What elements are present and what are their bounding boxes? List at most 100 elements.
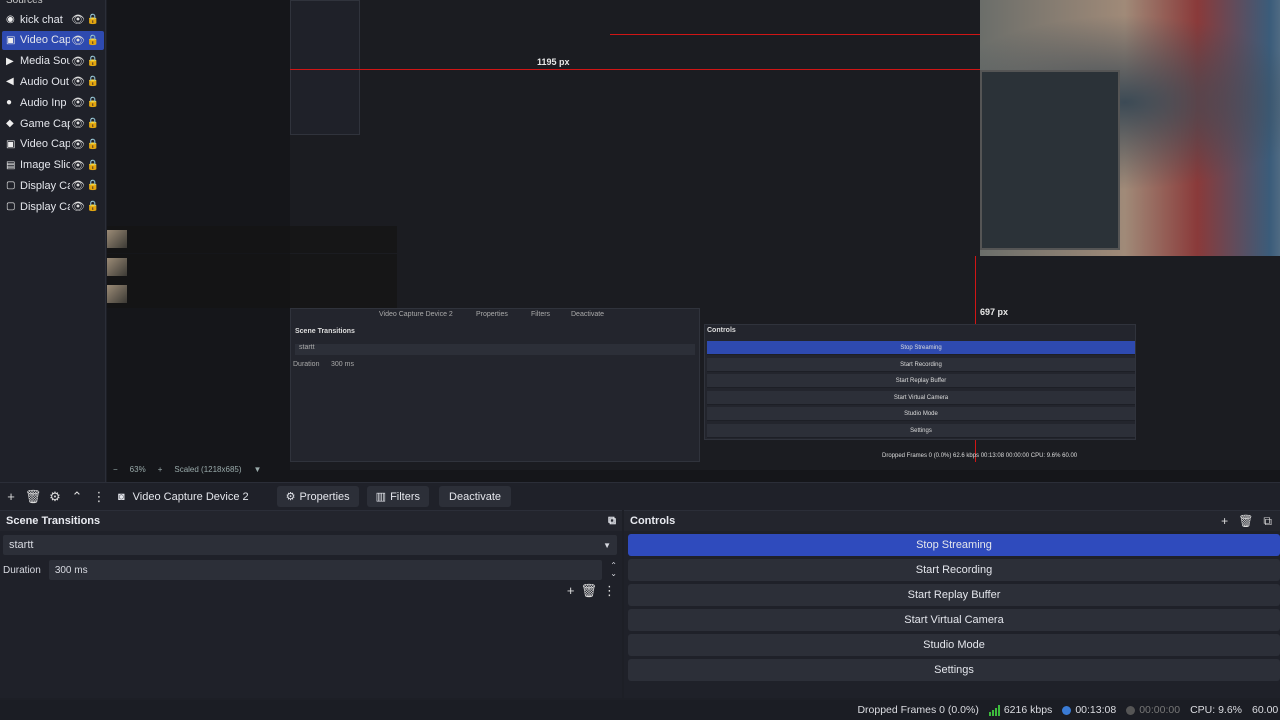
more-icon[interactable]: ⋮ [88, 489, 110, 505]
source-item-label: Video Cap [20, 138, 70, 151]
stream-icon [1062, 705, 1072, 715]
eye-icon[interactable]: 👁 [70, 13, 86, 26]
record-icon [1126, 705, 1136, 715]
lock-icon[interactable]: 🔒 [86, 76, 100, 87]
lock-icon[interactable]: 🔒 [86, 56, 100, 67]
image-icon: ▤ [6, 159, 16, 171]
filter-icon: ▥ [375, 491, 387, 503]
gear-icon: ⚙ [285, 491, 296, 503]
nested-control-button: Start Virtual Camera [707, 390, 1135, 405]
eye-icon[interactable]: 👁 [70, 96, 86, 109]
eye-icon[interactable]: 👁 [70, 159, 86, 172]
lock-icon[interactable]: 🔒 [86, 139, 100, 150]
eye-icon[interactable]: 👁 [70, 75, 86, 88]
lock-icon[interactable]: 🔒 [86, 118, 100, 129]
control-button[interactable]: Studio Mode [628, 634, 1280, 656]
lock-icon[interactable]: 🔒 [86, 35, 100, 46]
nested-status: Dropped Frames 0 (0.0%) 62.6 kbps 00:13:… [882, 453, 1078, 459]
control-button[interactable]: Start Replay Buffer [628, 584, 1280, 606]
speaker-icon: ◀ [6, 76, 14, 88]
transition-select[interactable]: startt ▼ [3, 535, 617, 555]
nested-control-button: Start Replay Buffer [707, 374, 1135, 388]
add-icon[interactable]: + [567, 583, 575, 599]
camera-icon: ▣ [6, 34, 16, 46]
trash-icon[interactable]: 🗑 [1238, 514, 1253, 529]
monitor-icon: ▢ [6, 180, 16, 192]
globe-icon: ◉ [6, 14, 15, 25]
more-icon[interactable]: ⋮ [603, 583, 616, 599]
filters-button[interactable]: ▥ Filters [366, 486, 430, 507]
chat-line: ✚t586455 : [107, 257, 128, 277]
preview-canvas[interactable]: 1195 px 697 px Scene Transitions startt … [107, 0, 1280, 482]
control-button[interactable]: Stop Streaming [628, 534, 1280, 556]
add-icon[interactable]: + [0, 489, 22, 504]
measure-label-width: 1195 px [537, 57, 570, 67]
control-button[interactable]: Start Virtual Camera [628, 609, 1280, 631]
chat-strip [107, 254, 397, 281]
trash-icon[interactable]: 🗑 [22, 489, 44, 505]
control-button[interactable]: Start Recording [628, 559, 1280, 581]
eye-icon[interactable]: 👁 [70, 34, 86, 47]
source-item[interactable]: ▶ Media Sou 👁 🔒 [2, 52, 104, 71]
cpu-usage: CPU: 9.6% [1190, 704, 1242, 716]
camera-monitor-shape [980, 70, 1120, 250]
undock-icon[interactable]: ⧉ [608, 515, 616, 528]
source-item[interactable]: ▢ Display Ca 👁 🔒 [2, 197, 104, 216]
source-item[interactable]: ● Audio Inp 👁 🔒 [2, 93, 104, 112]
add-icon[interactable]: + [1221, 514, 1228, 529]
eye-icon[interactable]: 👁 [70, 117, 86, 130]
eye-icon[interactable]: 👁 [70, 138, 86, 151]
chat-strip [107, 226, 397, 253]
zoom-in-icon[interactable]: + [158, 465, 163, 474]
nested-transitions: Scene Transitions startt Duration 300 ms… [290, 308, 700, 462]
source-item[interactable]: ◉ kick chat 👁 🔒 [2, 10, 104, 29]
record-status: 00:00:00 [1126, 704, 1180, 716]
lock-icon[interactable]: 🔒 [86, 160, 100, 171]
source-item-label: Video Cap [20, 34, 70, 47]
scale-dropdown-icon[interactable]: ▼ [254, 465, 262, 474]
source-item[interactable]: ▤ Image Slic 👁 🔒 [2, 156, 104, 175]
mic-icon: ● [6, 97, 13, 109]
chat-strip [107, 281, 397, 308]
lock-icon[interactable]: 🔒 [86, 180, 100, 191]
chat-line: ✚t586455 : [107, 229, 128, 249]
eye-icon[interactable]: 👁 [70, 55, 86, 68]
eye-icon[interactable]: 👁 [70, 179, 86, 192]
nested-control-button: Studio Mode [707, 407, 1135, 421]
control-button[interactable]: Settings [628, 659, 1280, 681]
chevron-up-icon[interactable]: ⌃ [66, 489, 88, 505]
selected-source: ◙ Video Capture Device 2 [118, 491, 249, 503]
source-item[interactable]: ◀ Audio Out 👁 🔒 [2, 72, 104, 91]
lock-icon[interactable]: 🔒 [86, 97, 100, 108]
duration-stepper[interactable]: ⌃ ⌄ [610, 562, 617, 578]
nested-control-button: Start Recording [707, 357, 1135, 372]
source-item[interactable]: ▢ Display Ca 👁 🔒 [2, 176, 104, 195]
controls-dock: Controls + 🗑 ⧉ Stop Streaming Start Recor… [624, 510, 1280, 698]
camera-icon: ◙ [118, 490, 125, 503]
nested-controls: Controls Stop Streaming Start Recording St… [704, 324, 1136, 440]
webcam-feed [980, 0, 1280, 256]
scale-label: Scaled (1218x685) [174, 464, 242, 474]
source-item[interactable]: ▣ Video Cap 👁 🔒 [2, 30, 104, 50]
bitrate-status: 6216 kbps [988, 704, 1052, 716]
source-toolbar: + 🗑 ⚙ ⌃ ⋮ ◙ Video Capture Device 2 ⚙ Pro… [0, 482, 1280, 510]
source-item[interactable]: ◆ Game Cap 👁 🔒 [2, 114, 104, 133]
sources-panel: Sources ◉ kick chat 👁 🔒 ▣ Video Cap 👁 🔒 ▶ Media S… [0, 0, 106, 482]
source-item[interactable]: ▣ Video Cap 👁 🔒 [2, 135, 104, 154]
monitor-icon: ▢ [6, 201, 16, 213]
lock-icon[interactable]: 🔒 [86, 14, 100, 25]
dock-title: Scene Transitions ⧉ [0, 511, 622, 531]
stream-status: 00:13:08 [1062, 704, 1116, 716]
gear-icon[interactable]: ⚙ [44, 489, 66, 505]
eye-icon[interactable]: 👁 [70, 200, 86, 213]
chat-avatar [107, 230, 128, 248]
zoom-out-icon[interactable]: − [113, 465, 118, 474]
deactivate-button[interactable]: Deactivate [439, 486, 511, 507]
duration-field[interactable]: 300 ms [48, 560, 603, 580]
undock-icon[interactable]: ⧉ [1263, 514, 1272, 529]
trash-icon[interactable]: 🗑 [580, 583, 597, 599]
controls-tools: + 🗑 ⧉ [1221, 514, 1272, 529]
nested-control-button: Stop Streaming [707, 341, 1135, 355]
lock-icon[interactable]: 🔒 [86, 201, 100, 212]
properties-button[interactable]: ⚙ Properties [276, 486, 359, 507]
